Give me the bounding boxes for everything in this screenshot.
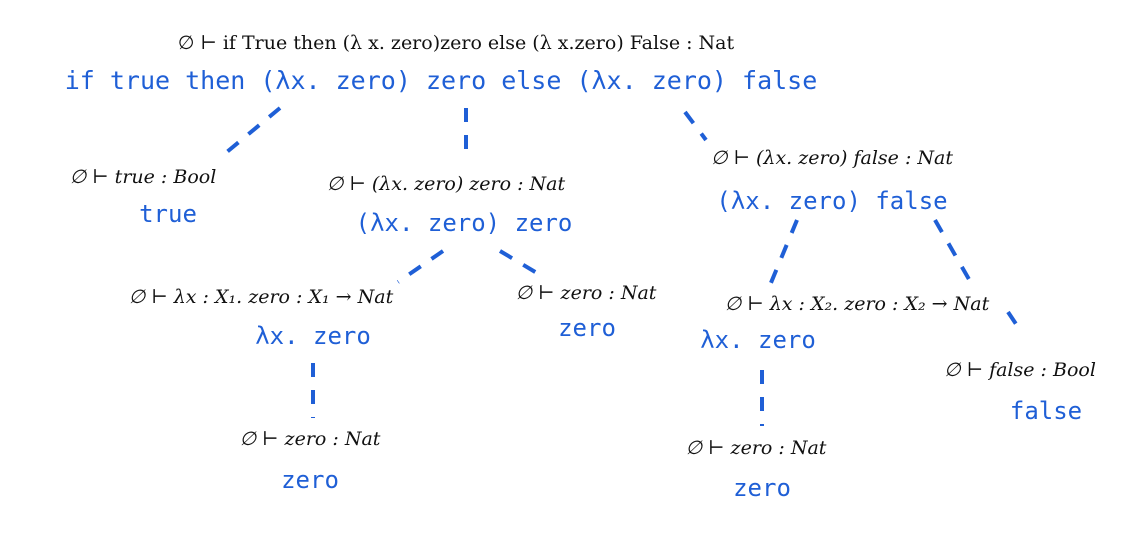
lam1-term: λx. zero — [255, 322, 371, 350]
edge-app2-false — [933, 219, 976, 289]
edge-root-true — [220, 106, 282, 158]
edge-app1-lam1 — [396, 249, 445, 284]
zero-arg-judgement: ∅ ⊢ zero : Nat — [515, 282, 657, 304]
edge-lam2-false — [1006, 310, 1018, 326]
edge-app2-lam2 — [766, 219, 799, 291]
lam2-judgement: ∅ ⊢ λx : X₂. zero : X₂ → Nat — [724, 293, 990, 315]
app2-judgement: ∅ ⊢ (λx. zero) false : Nat — [711, 147, 953, 169]
zero-body1-judgement: ∅ ⊢ zero : Nat — [239, 428, 381, 450]
edge-app1-zero — [498, 249, 544, 278]
app2-term: (λx. zero) false — [716, 187, 948, 215]
app1-term: (λx. zero) zero — [355, 209, 573, 237]
zero-body2-judgement: ∅ ⊢ zero : Nat — [685, 437, 827, 459]
true-term: true — [139, 200, 197, 228]
root-term: if true then (λx. zero) zero else (λx. z… — [64, 66, 818, 95]
true-judgement: ∅ ⊢ true : Bool — [69, 166, 217, 188]
lam1-judgement: ∅ ⊢ λx : X₁. zero : X₁ → Nat — [128, 286, 394, 308]
edge-root-app2 — [683, 110, 708, 142]
app1-judgement: ∅ ⊢ (λx. zero) zero : Nat — [326, 173, 566, 195]
false-judgement: ∅ ⊢ false : Bool — [944, 359, 1096, 381]
lam2-term: λx. zero — [700, 326, 816, 354]
zero-body2-term: zero — [733, 474, 791, 502]
zero-body1-term: zero — [281, 466, 339, 494]
typing-derivation-tree: ∅ ⊢ if True then (λ x. zero)zero else (λ… — [0, 0, 1121, 536]
zero-arg-term: zero — [558, 314, 616, 342]
root-judgement: ∅ ⊢ if True then (λ x. zero)zero else (λ… — [177, 32, 735, 54]
false-term: false — [1009, 397, 1083, 425]
